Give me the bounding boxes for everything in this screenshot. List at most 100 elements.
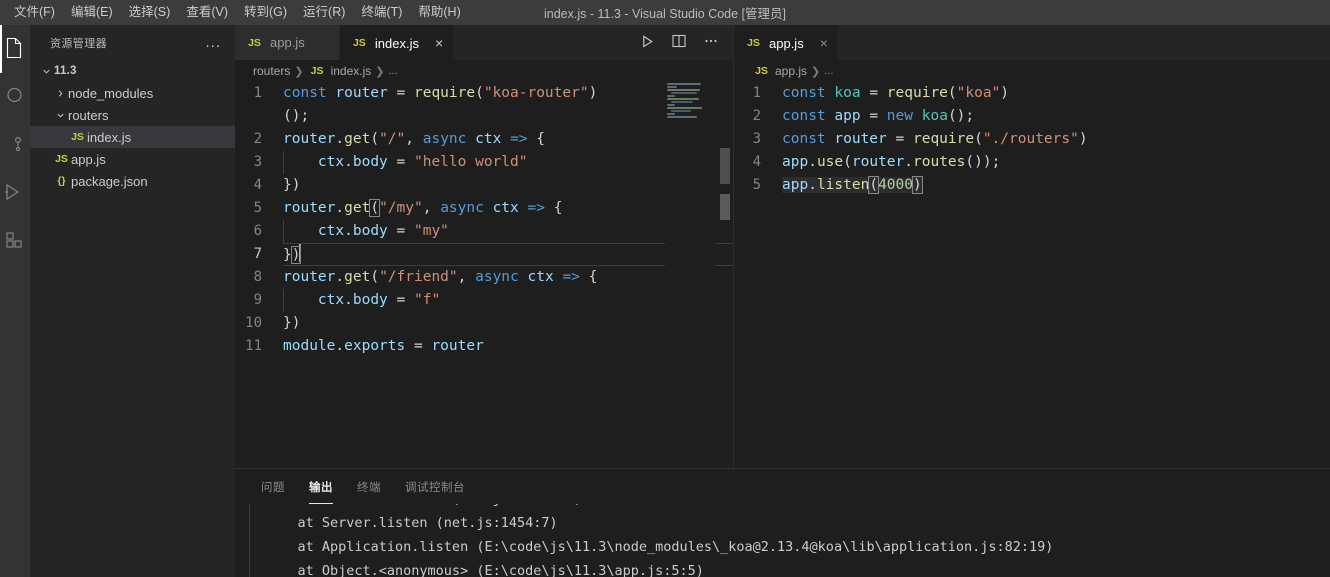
- output-view[interactable]: at listenInCluster (net.js:1368:12) at S…: [235, 504, 1330, 577]
- line-number: 7: [253, 246, 262, 262]
- activity-run-debug[interactable]: [0, 169, 30, 217]
- code-line: 4 }): [235, 174, 733, 197]
- ellipsis-icon: [703, 33, 719, 52]
- line-number: 4: [253, 177, 262, 193]
- code-editor-left[interactable]: 1 const router = require("koa-router") (…: [235, 82, 733, 468]
- tree-item-label: app.js: [71, 151, 106, 167]
- tree-item-index-js[interactable]: JS index.js: [30, 126, 235, 148]
- breadcrumb-folder[interactable]: routers: [253, 64, 290, 78]
- source-control-icon: [2, 132, 26, 159]
- code-lines-right: 1 const koa = require("koa") 2 const app…: [734, 82, 1330, 468]
- js-file-icon: JS: [310, 65, 324, 77]
- menu-go[interactable]: 转到(G): [236, 2, 295, 23]
- text-cursor: [299, 244, 302, 262]
- js-file-icon: JS: [248, 36, 261, 49]
- output-line: at listenInCluster (net.js:1368:12): [265, 504, 1330, 511]
- chevron-down-icon: [38, 66, 54, 77]
- run-debug-icon: [2, 180, 28, 207]
- editor-tabs-right: JS app.js ×: [734, 25, 1330, 60]
- extensions-icon: [2, 228, 28, 255]
- panel-tab-problems[interactable]: 问题: [249, 469, 297, 504]
- file-tree: 11.3 node_modules routers JS index.js JS: [30, 60, 235, 192]
- output-line: at Object.<anonymous> (E:\code\js\11.3\a…: [265, 563, 704, 577]
- code-line: 5 router.get("/my", async ctx => {: [235, 197, 733, 220]
- tree-item-routers[interactable]: routers: [30, 104, 235, 126]
- tab-close-icon[interactable]: ×: [435, 36, 443, 50]
- code-line: 2 router.get("/", async ctx => {: [235, 128, 733, 151]
- tab-index-js[interactable]: JS index.js ×: [339, 25, 455, 60]
- menu-edit[interactable]: 编辑(E): [63, 2, 121, 23]
- line-content: const router = require("./routers"): [782, 131, 1088, 147]
- tab-app-js-right[interactable]: JS app.js ×: [734, 25, 839, 60]
- minimap[interactable]: [665, 82, 715, 468]
- tree-item-node-modules[interactable]: node_modules: [30, 82, 235, 104]
- code-line: 1 const router = require("koa-router"): [235, 82, 733, 105]
- panel-tab-terminal[interactable]: 终端: [345, 469, 393, 504]
- line-content: app.use(router.routes());: [782, 154, 1001, 170]
- menu-terminal[interactable]: 终端(T): [353, 2, 410, 23]
- play-icon: [639, 33, 656, 53]
- tree-item-root-11-3[interactable]: 11.3: [30, 60, 235, 82]
- panel-tab-output[interactable]: 输出: [297, 469, 345, 504]
- explorer-more-icon[interactable]: ...: [205, 35, 221, 50]
- title-bar: 文件(F) 编辑(E) 选择(S) 查看(V) 转到(G) 运行(R) 终端(T…: [0, 0, 1330, 25]
- line-number: 6: [253, 223, 262, 239]
- tree-item-package-json[interactable]: {} package.json: [30, 170, 235, 192]
- tree-item-app-js[interactable]: JS app.js: [30, 148, 235, 170]
- code-line: 3 ctx.body = "hello world": [235, 151, 733, 174]
- breadcrumb-file[interactable]: app.js: [775, 64, 807, 78]
- line-number: 4: [752, 154, 761, 170]
- tab-label: app.js: [270, 35, 305, 50]
- tab-close-icon[interactable]: ×: [820, 36, 828, 50]
- tab-label: index.js: [374, 35, 419, 51]
- chevron-right-icon: [52, 88, 68, 99]
- code-line-selected: 5 app.listen(4000): [734, 174, 1330, 197]
- explorer-header: 资源管理器 ...: [30, 25, 235, 60]
- line-content: const app = new koa();: [782, 108, 975, 124]
- js-file-icon: JS: [55, 153, 68, 165]
- code-line: 3 const router = require("./routers"): [734, 128, 1330, 151]
- activity-bar: [0, 25, 30, 577]
- menu-help[interactable]: 帮助(H): [410, 2, 468, 23]
- activity-source-control[interactable]: [0, 121, 30, 169]
- breadcrumb-file[interactable]: index.js: [331, 64, 372, 78]
- chevron-down-icon: [52, 110, 68, 121]
- line-number: 8: [253, 269, 262, 285]
- code-line: 1 const koa = require("koa"): [734, 82, 1330, 105]
- menu-selection[interactable]: 选择(S): [121, 2, 179, 23]
- more-actions-button[interactable]: [697, 29, 725, 57]
- code-line: 10 }): [235, 312, 733, 335]
- tab-label: app.js: [769, 35, 804, 51]
- line-content: const koa = require("koa"): [782, 85, 1010, 101]
- vscode-window: 文件(F) 编辑(E) 选择(S) 查看(V) 转到(G) 运行(R) 终端(T…: [0, 0, 1330, 577]
- line-number: 11: [245, 338, 262, 354]
- code-editor-right[interactable]: 1 const koa = require("koa") 2 const app…: [734, 82, 1330, 468]
- code-line: 8 router.get("/friend", async ctx => {: [235, 266, 733, 289]
- run-code-button[interactable]: [633, 29, 661, 57]
- editor-scrollbar-left[interactable]: [719, 82, 733, 468]
- editor-group-left: JS app.js × JS index.js ×: [235, 25, 733, 468]
- split-editor-button[interactable]: [665, 29, 693, 57]
- panel-tab-debug-console[interactable]: 调试控制台: [393, 469, 477, 504]
- output-line: at Server.listen (net.js:1454:7): [265, 515, 558, 531]
- activity-explorer[interactable]: [0, 25, 30, 73]
- menu-view[interactable]: 查看(V): [178, 2, 236, 23]
- split-editor-icon: [671, 33, 687, 52]
- activity-search[interactable]: [0, 73, 30, 121]
- breadcrumb-left: routers ❯ JS index.js ❯ ...: [235, 60, 733, 82]
- line-number: 5: [253, 200, 262, 216]
- line-number: 9: [253, 292, 262, 308]
- scrollbar-thumb-2[interactable]: [720, 194, 730, 220]
- menu-file[interactable]: 文件(F): [6, 2, 63, 23]
- breadcrumb-symbol[interactable]: ...: [388, 65, 397, 77]
- line-number: 10: [245, 315, 262, 331]
- line-number: 5: [752, 177, 761, 193]
- tab-app-js[interactable]: JS app.js ×: [235, 25, 340, 60]
- scrollbar-thumb[interactable]: [720, 148, 730, 184]
- breadcrumb-symbol[interactable]: ...: [824, 65, 833, 77]
- line-number: 2: [253, 131, 262, 147]
- menu-run[interactable]: 运行(R): [295, 2, 353, 23]
- tree-item-label: index.js: [87, 129, 132, 145]
- activity-extensions[interactable]: [0, 217, 30, 265]
- chevron-right-icon: ❯: [811, 65, 821, 78]
